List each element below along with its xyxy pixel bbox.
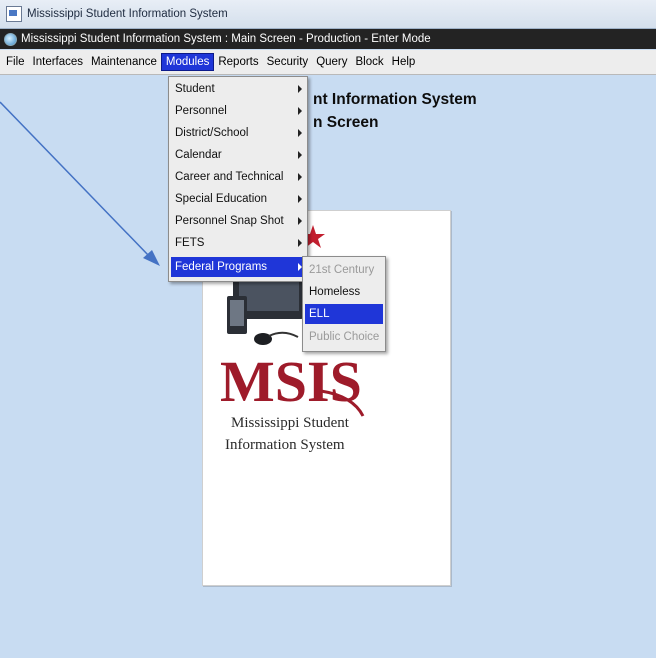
menu-item-personnel-snap-shot[interactable]: Personnel Snap Shot [171,211,305,231]
menu-item-label: Federal Programs [175,261,268,273]
inner-window-titlebar: Mississippi Student Information System :… [0,29,656,49]
submenu-item-ell[interactable]: ELL [305,304,383,324]
menu-item-label: Personnel [175,105,227,117]
menu-reports[interactable]: Reports [214,54,262,70]
menubar: File Interfaces Maintenance Modules Repo… [0,50,656,75]
menu-modules[interactable]: Modules [160,53,215,71]
chevron-right-icon [298,173,302,181]
menu-item-label: Special Education [175,193,268,205]
menu-item-career-and-technical[interactable]: Career and Technical [171,167,305,187]
menu-item-federal-programs[interactable]: Federal Programs [171,257,305,277]
inner-window-title: Mississippi Student Information System :… [21,33,431,45]
submenu-item-label: 21st Century [309,264,375,276]
menu-block[interactable]: Block [352,54,388,70]
menu-item-special-education[interactable]: Special Education [171,189,305,209]
chevron-right-icon [298,85,302,93]
menu-help[interactable]: Help [388,54,420,70]
chevron-right-icon [298,217,302,225]
menu-file[interactable]: File [0,54,29,70]
modules-dropdown: Student Personnel District/School Calend… [168,76,308,282]
menu-item-label: District/School [175,127,249,139]
menu-item-calendar[interactable]: Calendar [171,145,305,165]
outer-window-titlebar: Mississippi Student Information System [0,0,656,29]
logo-caption-line1: Mississippi Student [231,415,350,431]
menu-item-label: Personnel Snap Shot [175,215,284,227]
main-screen-title: n Screen [313,114,379,131]
submenu-item-21st-century: 21st Century [305,260,383,280]
submenu-item-label: ELL [309,308,330,320]
submenu-item-label: Homeless [309,286,361,298]
menu-maintenance[interactable]: Maintenance [87,54,161,70]
federal-programs-submenu: 21st Century Homeless ELL Public Choice [302,256,386,352]
chevron-right-icon [298,129,302,137]
submenu-item-label: Public Choice [309,331,380,343]
chevron-right-icon [298,195,302,203]
menu-item-label: Calendar [175,149,222,161]
menu-security[interactable]: Security [263,54,313,70]
menu-item-label: Career and Technical [175,171,284,183]
submenu-item-public-choice: Public Choice [305,327,383,347]
menu-item-student[interactable]: Student [171,79,305,99]
app-title: nt Information System [313,91,477,108]
chevron-right-icon [298,239,302,247]
window-app-icon [6,6,22,22]
menu-item-label: Student [175,83,215,95]
outer-window-title: Mississippi Student Information System [27,8,228,20]
logo-wordmark: MSIS [220,349,362,414]
chevron-right-icon [298,107,302,115]
menu-item-district-school[interactable]: District/School [171,123,305,143]
form-globe-icon [4,32,17,46]
menu-interfaces[interactable]: Interfaces [29,54,88,70]
menu-query[interactable]: Query [312,54,351,70]
menu-item-personnel[interactable]: Personnel [171,101,305,121]
logo-caption-line2: Information System [225,437,345,453]
menu-item-fets[interactable]: FETS [171,233,305,253]
menu-item-label: FETS [175,237,205,249]
chevron-right-icon [298,151,302,159]
submenu-item-homeless[interactable]: Homeless [305,282,383,302]
